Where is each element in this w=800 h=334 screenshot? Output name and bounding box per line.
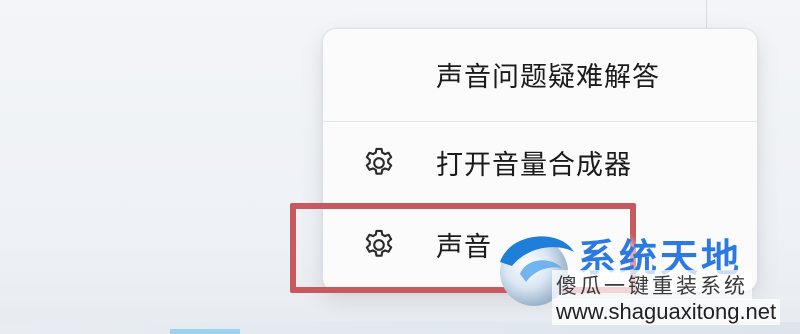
window-edge — [706, 0, 707, 30]
menu-item-sound-troubleshoot[interactable]: 声音问题疑难解答 — [323, 39, 757, 109]
gear-icon — [365, 147, 393, 175]
menu-item-label: 打开音量合成器 — [436, 149, 632, 181]
menu-item-label: 声音问题疑难解答 — [436, 61, 660, 93]
watermark-subtitle: 傻瓜一键重装系统 — [552, 270, 752, 300]
menu-item-open-volume-mixer[interactable]: 打开音量合成器 — [323, 127, 757, 197]
watermark: 系统天地 傻瓜一键重装系统 www.shaguaxitong.net — [490, 222, 795, 328]
menu-separator — [323, 121, 757, 122]
taskbar-active-indicator — [170, 329, 240, 334]
watermark-url: www.shaguaxitong.net — [552, 299, 781, 325]
